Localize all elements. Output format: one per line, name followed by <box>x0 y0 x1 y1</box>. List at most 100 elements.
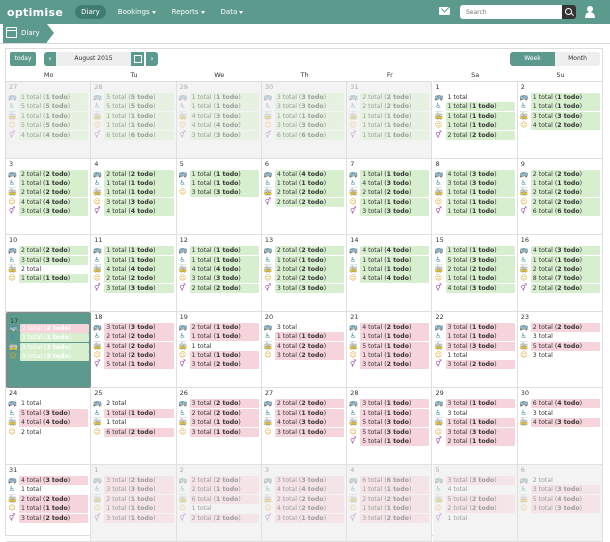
booking-row[interactable]: ♿ 4 total (4 todo) <box>263 485 345 495</box>
booking-row[interactable]: 🚌 3 total (2 todo) <box>178 399 259 409</box>
day-cell[interactable]: 1 🚌 1 total ♿ 1 total (1 todo) 🚋 1 total (1 to… <box>432 82 518 159</box>
day-cell[interactable]: 23 🚌 2 total (2 todo) ♿ 3 total 🚋 5 total (4 t… <box>517 311 604 389</box>
booking-row[interactable]: 🚌 2 total <box>519 476 600 485</box>
booking-row[interactable]: ♿ 2 total (2 todo) <box>178 408 259 418</box>
booking-row[interactable]: ☺ 4 total (4 todo) <box>348 274 430 284</box>
booking-row[interactable]: 🚋 6 total (1 todo) <box>178 494 259 504</box>
booking-row[interactable]: 🚌 4 total (3 todo) <box>519 246 601 256</box>
booking-row[interactable]: ⚥ 3 total (3 todo) <box>7 207 89 217</box>
booking-row[interactable]: 🚌 6 total (4 todo) <box>519 399 601 409</box>
booking-row[interactable]: 🚌 4 total (2 todo) <box>348 322 430 332</box>
booking-row[interactable]: 🚌 1 total (1 todo) <box>178 246 259 256</box>
booking-row[interactable]: 🚌 6 total (6 todo) <box>348 476 430 485</box>
booking-row[interactable]: ☺ 4 total (4 todo) <box>7 197 89 207</box>
booking-row[interactable]: ♿ 5 total (3 todo) <box>434 255 515 265</box>
next-month-button[interactable]: › <box>146 52 158 66</box>
booking-row[interactable]: ♿ 4 total (3 todo) <box>348 178 430 188</box>
booking-row[interactable]: ☺ 1 total (1 todo) <box>348 197 430 207</box>
booking-row[interactable]: ⚥ 4 total (4 todo) <box>7 130 89 140</box>
booking-row[interactable]: 🚋 3 total (1 todo) <box>178 418 259 428</box>
booking-row[interactable]: ♿ 5 total (5 todo) <box>92 102 174 112</box>
booking-row[interactable]: ☺ 8 total (7 todo) <box>519 274 601 284</box>
day-cell[interactable]: 20 🚌 3 total ♿ 1 total (1 todo) 🚋 4 total (2 t… <box>261 311 348 389</box>
booking-row[interactable]: ♿ 1 total (1 todo) <box>92 255 174 265</box>
booking-row[interactable]: ♿ 1 total (1 todo) <box>519 102 601 112</box>
booking-row[interactable]: 🚌 1 total (1 todo) <box>7 93 89 102</box>
booking-row[interactable]: ♿ 2 total (2 todo) <box>92 332 174 342</box>
booking-row[interactable]: 🚋 2 total (2 todo) <box>7 188 89 198</box>
booking-row[interactable]: 🚌 1 total (1 todo) <box>178 169 259 179</box>
booking-row[interactable]: 🚌 3 total (3 todo) <box>92 322 174 332</box>
day-cell[interactable]: 28 🚌 3 total (1 todo) ♿ 1 total (1 todo) 🚋 5 t… <box>347 388 433 465</box>
calendar-picker-icon[interactable] <box>131 52 144 66</box>
day-cell[interactable]: 18 🚌 3 total (3 todo) ♿ 2 total (2 todo) 🚋 4 t… <box>91 311 177 389</box>
booking-row[interactable]: ⚥ 4 total (3 todo) <box>434 283 515 293</box>
booking-row[interactable]: 🚋 3 total (3 todo) <box>519 111 601 121</box>
booking-row[interactable]: ☺ 1 total (1 todo) <box>92 121 174 131</box>
booking-row[interactable]: 🚋 1 total (1 todo) <box>92 188 174 198</box>
day-cell[interactable]: 2 🚌 2 total (2 todo) ♿ 2 total (1 todo) 🚋 6 to… <box>176 465 262 542</box>
booking-row[interactable]: 🚋 4 total (4 todo) <box>92 264 174 274</box>
booking-row[interactable]: 🚋 4 total (3 todo) <box>519 418 601 428</box>
booking-row[interactable]: 🚋 2 total (2 todo) <box>348 494 430 504</box>
booking-row[interactable]: ☺ 2 total (2 todo) <box>263 274 345 284</box>
day-cell[interactable]: 12 🚌 1 total (1 todo) ♿ 1 total (1 todo) 🚋 4 t… <box>176 235 262 312</box>
booking-row[interactable]: ⚥ 6 total (6 todo) <box>263 130 345 140</box>
booking-row[interactable]: ☺ 6 total (2 todo) <box>92 427 174 437</box>
booking-row[interactable]: ⚥ 6 total (6 todo) <box>519 207 601 217</box>
day-cell[interactable]: 4 🚌 6 total (6 todo) ♿ 1 total (1 todo) 🚋 2 to… <box>347 465 433 542</box>
day-cell[interactable]: 7 🚌 1 total (1 todo) ♿ 4 total (3 todo) 🚋 2 to… <box>347 158 433 236</box>
day-cell[interactable]: 26 🚌 3 total (2 todo) ♿ 2 total (2 todo) 🚋 3 t… <box>176 388 262 465</box>
booking-row[interactable]: 🚋 1 total <box>178 342 259 351</box>
booking-row[interactable]: 🚌 3 total (1 todo) <box>434 399 515 409</box>
booking-row[interactable]: 🚋 1 total (1 todo) <box>348 111 430 121</box>
booking-row[interactable]: 🚋 5 total (4 todo) <box>519 341 601 351</box>
day-cell[interactable]: 19 🚌 2 total (1 todo) ♿ 1 total (1 todo) 🚋 1 t… <box>176 311 262 389</box>
booking-row[interactable]: ♿ 5 total (5 todo) <box>7 102 89 112</box>
booking-row[interactable]: ⚥ 3 total (2 todo) <box>348 360 430 370</box>
day-cell[interactable]: 2 🚌 1 total (1 todo) ♿ 1 total (1 todo) 🚋 3 to… <box>517 82 604 159</box>
booking-row[interactable]: ⚥ 5 total (1 todo) <box>348 436 430 446</box>
booking-row[interactable]: 🚋 2 total (2 todo) <box>263 494 345 504</box>
booking-row[interactable]: ⚥ 3 total (3 todo) <box>92 283 174 293</box>
booking-row[interactable]: ⚥ 2 total (2 todo) <box>178 283 259 293</box>
booking-row[interactable]: 🚋 1 total (1 todo) <box>348 264 430 274</box>
booking-row[interactable]: 🚌 4 total (3 todo) <box>7 476 89 485</box>
booking-row[interactable]: 🚌 2 total (2 todo) <box>263 399 345 409</box>
day-cell[interactable]: 6 🚌 4 total (4 todo) ♿ 1 total (1 todo) 🚋 2 to… <box>261 158 348 236</box>
booking-row[interactable]: ♿ 3 total <box>434 409 515 418</box>
booking-row[interactable]: ☺ 3 total (3 todo) <box>178 188 259 198</box>
booking-row[interactable]: 🚌 3 total (3 todo) <box>434 476 515 485</box>
booking-row[interactable]: 🚌 2 total (2 todo) <box>178 476 259 485</box>
booking-row[interactable]: 🚋 5 total (1 todo) <box>348 341 430 351</box>
booking-row[interactable]: ♿ 1 total (1 todo) <box>178 102 259 112</box>
app-logo[interactable]: optimise <box>7 6 63 19</box>
booking-row[interactable]: ⚥ 2 total (1 todo) <box>434 436 515 446</box>
booking-row[interactable]: 🚌 1 total (1 todo) <box>178 93 259 102</box>
booking-row[interactable]: 🚌 2 total (2 todo) <box>8 323 90 333</box>
booking-row[interactable]: ☺ 3 total <box>519 351 600 360</box>
booking-row[interactable]: 🚋 4 total (2 todo) <box>92 341 174 351</box>
booking-row[interactable]: ⚥ 3 total (1 todo) <box>263 513 345 523</box>
booking-row[interactable]: 🚌 3 total (3 todo) <box>263 93 345 102</box>
booking-row[interactable]: ♿ 3 total (3 todo) <box>519 485 601 495</box>
day-cell[interactable]: 27 🚌 2 total (2 todo) ♿ 1 total (1 todo) 🚋 4 t… <box>261 388 348 465</box>
booking-row[interactable]: ☺ 1 total (1 todo) <box>348 121 430 131</box>
booking-row[interactable]: ⚥ 3 total (1 todo) <box>92 513 174 523</box>
booking-row[interactable]: ♿ 5 total (3 todo) <box>7 408 89 418</box>
booking-row[interactable]: ♿ 2 total (1 todo) <box>178 485 259 495</box>
booking-row[interactable]: 🚌 2 total (2 todo) <box>519 169 601 179</box>
booking-row[interactable]: ☺ 3 total (3 todo) <box>178 274 259 284</box>
booking-row[interactable]: ♿ 1 total (1 todo) <box>263 332 345 342</box>
booking-row[interactable]: 🚋 1 total (1 todo) <box>434 418 515 428</box>
day-cell[interactable]: 31 🚌 4 total (3 todo) ♿ 1 total 🚋 2 total (2 t… <box>6 465 92 542</box>
booking-row[interactable]: ♿ 3 total <box>519 332 600 341</box>
booking-row[interactable]: ☺ 4 total (2 todo) <box>263 504 345 514</box>
booking-row[interactable]: 🚌 1 total (1 todo) <box>92 246 174 256</box>
nav-diary[interactable]: Diary <box>75 5 106 19</box>
booking-row[interactable]: ♿ 3 total (3 todo) <box>7 255 89 265</box>
booking-row[interactable]: 🚋 2 total (1 todo) <box>92 494 174 504</box>
booking-row[interactable]: ☺ 1 total <box>178 504 259 513</box>
booking-row[interactable]: 🚋 4 total (2 todo) <box>263 341 345 351</box>
booking-row[interactable]: 🚌 1 total (1 todo) <box>519 93 601 102</box>
